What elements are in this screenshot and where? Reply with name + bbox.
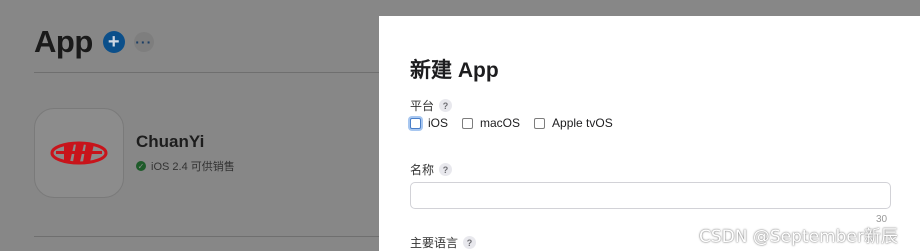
page-title: App (34, 24, 93, 59)
add-app-button[interactable]: + (102, 31, 125, 53)
checkmark-icon: ✓ (136, 161, 146, 171)
name-input[interactable] (410, 182, 891, 209)
ellipsis-icon: ··· (135, 34, 153, 50)
checkbox-label: iOS (428, 116, 449, 130)
primary-language-label: 主要语言 ? (410, 234, 477, 251)
watermark: CSDN @September新辰 (699, 227, 898, 247)
checkbox-label: macOS (480, 116, 521, 130)
platform-tvos-checkbox[interactable]: Apple tvOS (534, 116, 613, 130)
platform-options: iOS macOS Apple tvOS (410, 116, 627, 130)
app-status: ✓ iOS 2.4 可供销售 (136, 158, 235, 174)
app-info: ChuanYi ✓ iOS 2.4 可供销售 (136, 132, 235, 174)
plus-circle-icon: + (107, 31, 120, 53)
divider (34, 236, 380, 237)
more-options-button[interactable]: ··· (133, 32, 154, 52)
checkbox[interactable] (462, 117, 474, 129)
dialog-title: 新建 App (410, 59, 499, 82)
help-icon[interactable]: ? (439, 99, 453, 112)
app-status-text: iOS 2.4 可供销售 (151, 161, 235, 173)
divider (34, 72, 380, 73)
help-icon[interactable]: ? (463, 236, 477, 249)
checkbox[interactable] (410, 117, 421, 129)
help-icon[interactable]: ? (439, 163, 453, 176)
platform-label: 平台 ? (410, 97, 453, 114)
page-header: App + ··· (34, 24, 154, 60)
primary-language-label-text: 主要语言 (410, 236, 459, 250)
app-card[interactable]: ChuanYi ✓ iOS 2.4 可供销售 (34, 108, 235, 198)
app-logo-icon (50, 141, 108, 165)
platform-label-text: 平台 (410, 99, 435, 113)
checkbox[interactable] (534, 117, 546, 129)
app-icon[interactable] (34, 108, 124, 198)
checkbox-label: Apple tvOS (552, 116, 613, 130)
new-app-dialog: 新建 App 平台 ? iOS macOS Apple tvOS 名称 ? 30… (379, 16, 920, 251)
app-name[interactable]: ChuanYi (136, 132, 235, 152)
name-label: 名称 ? (410, 161, 453, 178)
name-label-text: 名称 (410, 163, 435, 177)
platform-ios-checkbox[interactable]: iOS (410, 116, 448, 130)
platform-macos-checkbox[interactable]: macOS (462, 116, 520, 130)
